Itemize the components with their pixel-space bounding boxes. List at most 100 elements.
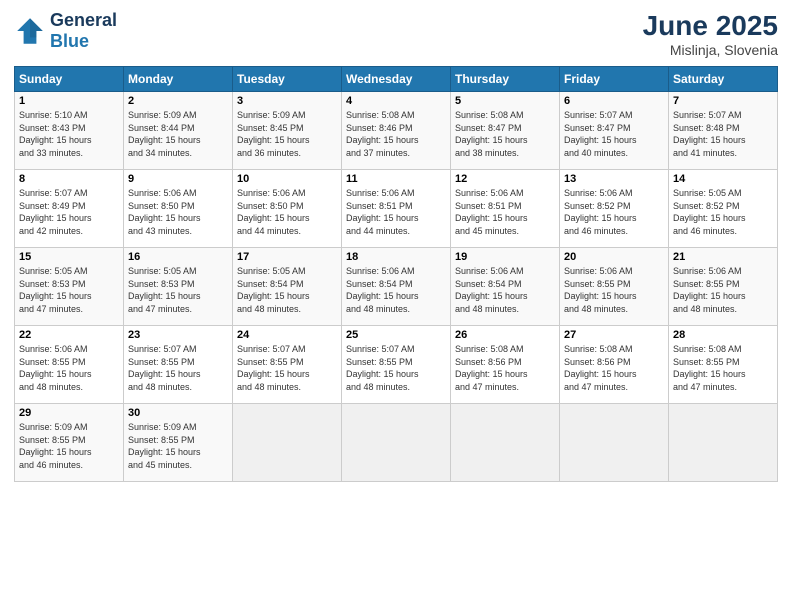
- day-info: Sunrise: 5:06 AM Sunset: 8:55 PM Dayligh…: [564, 265, 664, 315]
- day-number: 23: [128, 329, 228, 341]
- day-number: 9: [128, 173, 228, 185]
- day-number: 1: [19, 95, 119, 107]
- day-number: 11: [346, 173, 446, 185]
- logo-text: General Blue: [50, 10, 117, 52]
- weekday-header: Thursday: [451, 67, 560, 92]
- day-number: 30: [128, 407, 228, 419]
- day-info: Sunrise: 5:06 AM Sunset: 8:51 PM Dayligh…: [346, 187, 446, 237]
- calendar-day-cell: 8Sunrise: 5:07 AM Sunset: 8:49 PM Daylig…: [15, 170, 124, 248]
- calendar-day-cell: 2Sunrise: 5:09 AM Sunset: 8:44 PM Daylig…: [124, 92, 233, 170]
- calendar-day-cell: 7Sunrise: 5:07 AM Sunset: 8:48 PM Daylig…: [669, 92, 778, 170]
- calendar-day-cell: 27Sunrise: 5:08 AM Sunset: 8:56 PM Dayli…: [560, 326, 669, 404]
- calendar-day-cell: 23 Sunrise: 5:07 AM Sunset: 8:55 PM Dayli…: [124, 326, 233, 404]
- calendar-day-cell: [342, 404, 451, 482]
- calendar-day-cell: 25 Sunrise: 5:07 AM Sunset: 8:55 PM Dayli…: [342, 326, 451, 404]
- calendar-week-row: 15Sunrise: 5:05 AM Sunset: 8:53 PM Dayli…: [15, 248, 778, 326]
- weekday-header: Friday: [560, 67, 669, 92]
- calendar-day-cell: 26 Sunrise: 5:08 AM Sunset: 8:56 PM Dayli…: [451, 326, 560, 404]
- calendar-day-cell: 16 Sunrise: 5:05 AM Sunset: 8:53 PM Dayli…: [124, 248, 233, 326]
- calendar-day-cell: 21Sunrise: 5:06 AM Sunset: 8:55 PM Dayli…: [669, 248, 778, 326]
- day-info: Sunrise: 5:06 AM Sunset: 8:54 PM Dayligh…: [346, 265, 446, 315]
- calendar-day-cell: 24 Sunrise: 5:07 AM Sunset: 8:55 PM Dayli…: [233, 326, 342, 404]
- weekday-header: Wednesday: [342, 67, 451, 92]
- day-info: Sunrise: 5:07 AM Sunset: 8:55 PM Dayligh…: [346, 343, 446, 393]
- day-number: 12: [455, 173, 555, 185]
- day-info: Sunrise: 5:06 AM Sunset: 8:51 PM Dayligh…: [455, 187, 555, 237]
- calendar-day-cell: 6 Sunrise: 5:07 AM Sunset: 8:47 PM Daylig…: [560, 92, 669, 170]
- day-info: Sunrise: 5:08 AM Sunset: 8:47 PM Dayligh…: [455, 109, 555, 159]
- day-number: 3: [237, 95, 337, 107]
- day-number: 16: [128, 251, 228, 263]
- day-info: Sunrise: 5:07 AM Sunset: 8:55 PM Dayligh…: [237, 343, 337, 393]
- calendar-week-row: 1 Sunrise: 5:10 AM Sunset: 8:43 PM Daylig…: [15, 92, 778, 170]
- day-info: Sunrise: 5:06 AM Sunset: 8:55 PM Dayligh…: [19, 343, 119, 393]
- logo: General Blue: [14, 10, 117, 52]
- calendar-day-cell: 29 Sunrise: 5:09 AM Sunset: 8:55 PM Dayli…: [15, 404, 124, 482]
- day-number: 29: [19, 407, 119, 419]
- calendar-day-cell: 4Sunrise: 5:08 AM Sunset: 8:46 PM Daylig…: [342, 92, 451, 170]
- day-number: 22: [19, 329, 119, 341]
- calendar-week-row: 8Sunrise: 5:07 AM Sunset: 8:49 PM Daylig…: [15, 170, 778, 248]
- day-number: 25: [346, 329, 446, 341]
- day-info: Sunrise: 5:07 AM Sunset: 8:49 PM Dayligh…: [19, 187, 119, 237]
- weekday-header-row: SundayMondayTuesdayWednesdayThursdayFrid…: [15, 67, 778, 92]
- day-number: 26: [455, 329, 555, 341]
- calendar-day-cell: 13Sunrise: 5:06 AM Sunset: 8:52 PM Dayli…: [560, 170, 669, 248]
- weekday-header: Sunday: [15, 67, 124, 92]
- day-info: Sunrise: 5:07 AM Sunset: 8:55 PM Dayligh…: [128, 343, 228, 393]
- day-info: Sunrise: 5:05 AM Sunset: 8:52 PM Dayligh…: [673, 187, 773, 237]
- day-number: 19: [455, 251, 555, 263]
- day-number: 10: [237, 173, 337, 185]
- day-info: Sunrise: 5:09 AM Sunset: 8:45 PM Dayligh…: [237, 109, 337, 159]
- calendar-day-cell: 17 Sunrise: 5:05 AM Sunset: 8:54 PM Dayli…: [233, 248, 342, 326]
- location: Mislinja, Slovenia: [643, 42, 778, 58]
- calendar-day-cell: [451, 404, 560, 482]
- day-number: 5: [455, 95, 555, 107]
- calendar-day-cell: 5 Sunrise: 5:08 AM Sunset: 8:47 PM Daylig…: [451, 92, 560, 170]
- calendar-week-row: 22 Sunrise: 5:06 AM Sunset: 8:55 PM Dayli…: [15, 326, 778, 404]
- day-info: Sunrise: 5:08 AM Sunset: 8:46 PM Dayligh…: [346, 109, 446, 159]
- day-number: 14: [673, 173, 773, 185]
- day-info: Sunrise: 5:10 AM Sunset: 8:43 PM Dayligh…: [19, 109, 119, 159]
- day-info: Sunrise: 5:06 AM Sunset: 8:50 PM Dayligh…: [237, 187, 337, 237]
- day-number: 18: [346, 251, 446, 263]
- calendar-day-cell: 14 Sunrise: 5:05 AM Sunset: 8:52 PM Dayli…: [669, 170, 778, 248]
- day-info: Sunrise: 5:05 AM Sunset: 8:53 PM Dayligh…: [128, 265, 228, 315]
- day-info: Sunrise: 5:08 AM Sunset: 8:56 PM Dayligh…: [455, 343, 555, 393]
- day-info: Sunrise: 5:07 AM Sunset: 8:47 PM Dayligh…: [564, 109, 664, 159]
- calendar-week-row: 29 Sunrise: 5:09 AM Sunset: 8:55 PM Dayli…: [15, 404, 778, 482]
- calendar-day-cell: [669, 404, 778, 482]
- day-number: 6: [564, 95, 664, 107]
- day-number: 24: [237, 329, 337, 341]
- day-info: Sunrise: 5:05 AM Sunset: 8:53 PM Dayligh…: [19, 265, 119, 315]
- calendar-day-cell: 12 Sunrise: 5:06 AM Sunset: 8:51 PM Dayli…: [451, 170, 560, 248]
- calendar-day-cell: 1 Sunrise: 5:10 AM Sunset: 8:43 PM Daylig…: [15, 92, 124, 170]
- weekday-header: Monday: [124, 67, 233, 92]
- day-info: Sunrise: 5:08 AM Sunset: 8:55 PM Dayligh…: [673, 343, 773, 393]
- weekday-header: Tuesday: [233, 67, 342, 92]
- day-info: Sunrise: 5:05 AM Sunset: 8:54 PM Dayligh…: [237, 265, 337, 315]
- calendar-day-cell: 11 Sunrise: 5:06 AM Sunset: 8:51 PM Dayli…: [342, 170, 451, 248]
- day-info: Sunrise: 5:09 AM Sunset: 8:55 PM Dayligh…: [19, 421, 119, 471]
- day-number: 28: [673, 329, 773, 341]
- calendar-day-cell: [233, 404, 342, 482]
- day-info: Sunrise: 5:07 AM Sunset: 8:48 PM Dayligh…: [673, 109, 773, 159]
- month-title: June 2025: [643, 10, 778, 42]
- day-number: 20: [564, 251, 664, 263]
- calendar-day-cell: 15Sunrise: 5:05 AM Sunset: 8:53 PM Dayli…: [15, 248, 124, 326]
- page-container: General Blue June 2025 Mislinja, Sloveni…: [0, 0, 792, 492]
- page-header: General Blue June 2025 Mislinja, Sloveni…: [14, 10, 778, 58]
- day-number: 13: [564, 173, 664, 185]
- calendar-day-cell: 20 Sunrise: 5:06 AM Sunset: 8:55 PM Dayli…: [560, 248, 669, 326]
- calendar-day-cell: 10 Sunrise: 5:06 AM Sunset: 8:50 PM Dayli…: [233, 170, 342, 248]
- calendar-day-cell: 30 Sunrise: 5:09 AM Sunset: 8:55 PM Dayli…: [124, 404, 233, 482]
- calendar-day-cell: 18 Sunrise: 5:06 AM Sunset: 8:54 PM Dayli…: [342, 248, 451, 326]
- day-number: 17: [237, 251, 337, 263]
- title-block: June 2025 Mislinja, Slovenia: [643, 10, 778, 58]
- weekday-header: Saturday: [669, 67, 778, 92]
- day-info: Sunrise: 5:09 AM Sunset: 8:55 PM Dayligh…: [128, 421, 228, 471]
- day-info: Sunrise: 5:09 AM Sunset: 8:44 PM Dayligh…: [128, 109, 228, 159]
- day-info: Sunrise: 5:08 AM Sunset: 8:56 PM Dayligh…: [564, 343, 664, 393]
- day-info: Sunrise: 5:06 AM Sunset: 8:55 PM Dayligh…: [673, 265, 773, 315]
- calendar-day-cell: 22 Sunrise: 5:06 AM Sunset: 8:55 PM Dayli…: [15, 326, 124, 404]
